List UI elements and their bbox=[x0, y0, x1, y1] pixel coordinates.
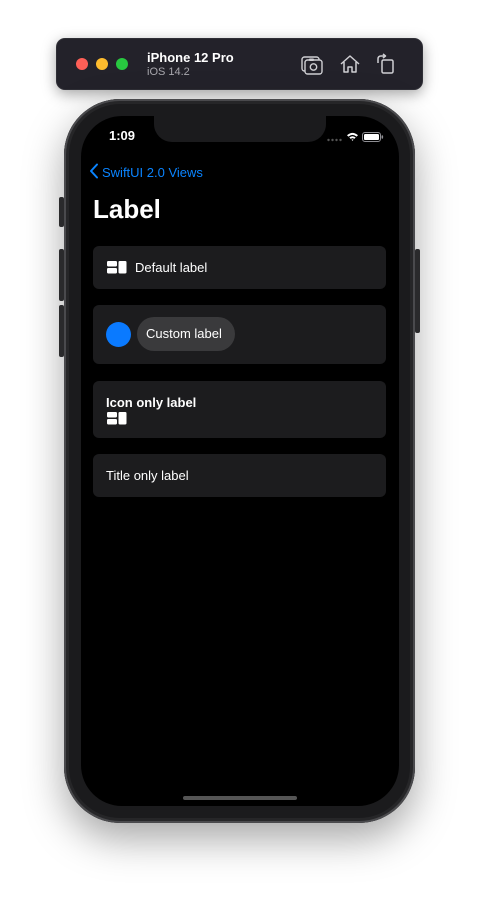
device-name: iPhone 12 Pro bbox=[147, 50, 234, 65]
notch bbox=[154, 116, 326, 142]
blue-circle-icon bbox=[106, 322, 131, 347]
rotate-icon[interactable] bbox=[374, 52, 398, 76]
wifi-icon bbox=[347, 132, 358, 141]
rectangle-grid-icon bbox=[107, 261, 127, 279]
title-only-label-card: Title only label bbox=[93, 454, 386, 497]
chevron-left-icon bbox=[89, 163, 99, 184]
back-button[interactable]: SwiftUI 2.0 Views bbox=[89, 163, 203, 183]
rectangle-grid-icon bbox=[107, 412, 127, 430]
page-title: Label bbox=[93, 194, 161, 224]
default-label-text: Default label bbox=[135, 260, 208, 275]
minimize-window-button[interactable] bbox=[96, 58, 108, 70]
custom-label-text: Custom label bbox=[146, 326, 222, 341]
title-only-label-text: Title only label bbox=[106, 468, 189, 483]
icon-only-label-card: Icon only label bbox=[93, 381, 386, 438]
cellular-signal-icon bbox=[327, 138, 342, 142]
os-version: iOS 14.2 bbox=[147, 66, 190, 78]
zoom-window-button[interactable] bbox=[116, 58, 128, 70]
default-label-card: Default label bbox=[93, 246, 386, 289]
home-indicator[interactable] bbox=[183, 796, 297, 800]
custom-label-pill: Custom label bbox=[137, 317, 235, 351]
home-icon[interactable] bbox=[338, 52, 362, 76]
status-time: 1:09 bbox=[109, 128, 136, 143]
simulator-toolbar: iPhone 12 Pro iOS 14.2 bbox=[56, 38, 423, 90]
phone-screen: 1:09 SwiftUI 2.0 Views Label Default lab… bbox=[81, 116, 399, 806]
icon-only-label-text: Icon only label bbox=[106, 395, 197, 410]
status-indicators bbox=[327, 130, 385, 142]
battery-icon bbox=[362, 132, 384, 142]
custom-label-card: Custom label bbox=[93, 305, 386, 364]
screenshot-icon[interactable] bbox=[300, 52, 324, 76]
close-window-button[interactable] bbox=[76, 58, 88, 70]
power-button bbox=[415, 249, 420, 333]
back-button-label: SwiftUI 2.0 Views bbox=[102, 165, 203, 180]
